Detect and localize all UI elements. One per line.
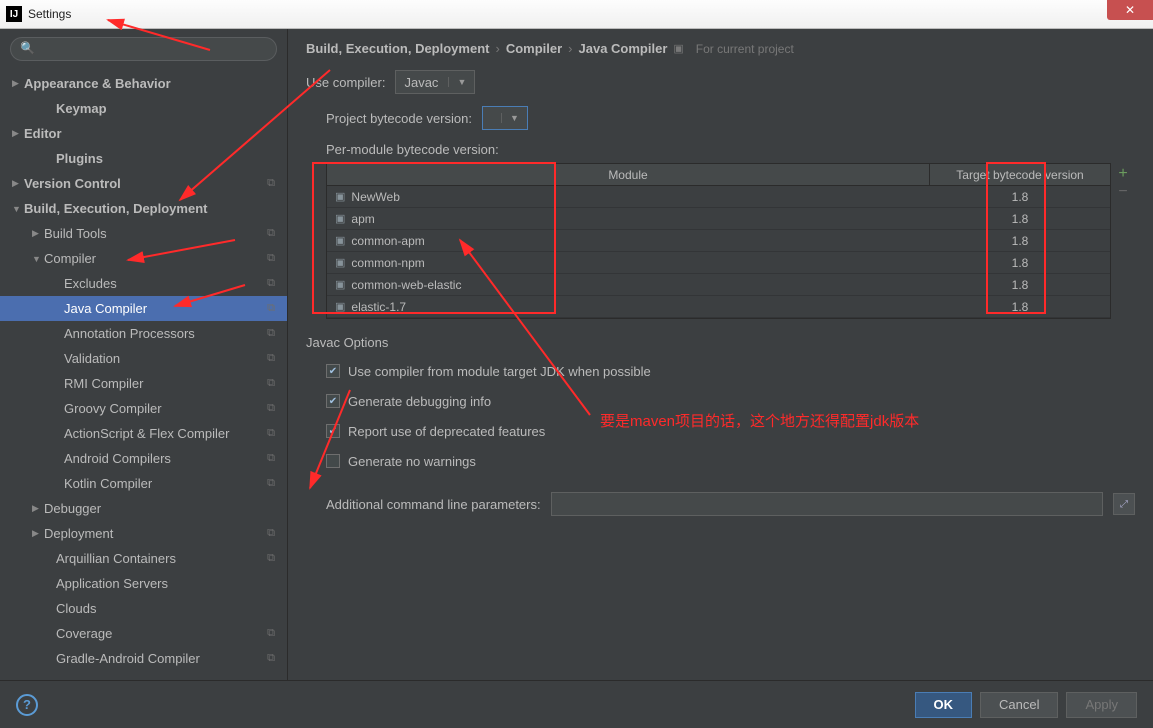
- copy-icon: ⧉: [267, 302, 275, 315]
- expand-icon[interactable]: ⤢: [1113, 493, 1135, 515]
- tree-item[interactable]: Kotlin Compiler⧉: [0, 471, 287, 496]
- help-button[interactable]: ?: [16, 694, 38, 716]
- titlebar: IJ Settings ✕: [0, 0, 1153, 29]
- main-panel: Build, Execution, Deployment › Compiler …: [288, 29, 1153, 680]
- app-icon: IJ: [6, 6, 22, 22]
- folder-icon: ▣: [335, 212, 345, 225]
- javac-options-title: Javac Options: [306, 335, 1135, 350]
- copy-icon: ⧉: [267, 477, 275, 490]
- tree-item[interactable]: Android Compilers⧉: [0, 446, 287, 471]
- checkbox-deprecated[interactable]: ✔: [326, 424, 340, 438]
- col-target: Target bytecode version: [930, 164, 1110, 185]
- table-row[interactable]: ▣common-web-elastic1.8: [327, 274, 1110, 296]
- tree-arrow-icon: ▼: [12, 204, 24, 214]
- settings-tree: ▶Appearance & BehaviorKeymap▶EditorPlugi…: [0, 69, 287, 680]
- tree-item[interactable]: ▶Deployment⧉: [0, 521, 287, 546]
- tree-arrow-icon: ▶: [12, 178, 24, 189]
- checkbox-debug-info[interactable]: ✔: [326, 394, 340, 408]
- copy-icon: ⧉: [267, 527, 275, 540]
- project-bytecode-label: Project bytecode version:: [326, 111, 472, 126]
- chevron-down-icon: ▼: [448, 77, 466, 87]
- table-row[interactable]: ▣apm1.8: [327, 208, 1110, 230]
- copy-icon: ⧉: [267, 227, 275, 240]
- tree-item[interactable]: Groovy Compiler⧉: [0, 396, 287, 421]
- chevron-right-icon: ›: [495, 41, 499, 56]
- copy-icon: ⧉: [267, 652, 275, 665]
- table-row[interactable]: ▣common-npm1.8: [327, 252, 1110, 274]
- table-row[interactable]: ▣common-apm1.8: [327, 230, 1110, 252]
- ok-button[interactable]: OK: [915, 692, 973, 718]
- checkbox-use-module-jdk[interactable]: ✔: [326, 364, 340, 378]
- per-module-label: Per-module bytecode version:: [306, 142, 1135, 157]
- cancel-button[interactable]: Cancel: [980, 692, 1058, 718]
- breadcrumb: Build, Execution, Deployment › Compiler …: [306, 41, 1135, 56]
- tree-item[interactable]: ▼Build, Execution, Deployment: [0, 196, 287, 221]
- tree-item[interactable]: Plugins: [0, 146, 287, 171]
- tree-arrow-icon: ▶: [32, 503, 44, 514]
- use-compiler-label: Use compiler:: [306, 75, 385, 90]
- tree-item[interactable]: Keymap: [0, 96, 287, 121]
- tree-arrow-icon: ▶: [32, 228, 44, 239]
- dialog-footer: ? OK Cancel Apply: [0, 680, 1153, 728]
- table-row[interactable]: ▣NewWeb1.8: [327, 186, 1110, 208]
- tree-item[interactable]: ▶Build Tools⧉: [0, 221, 287, 246]
- copy-icon: ⧉: [267, 252, 275, 265]
- tree-item[interactable]: Coverage⧉: [0, 621, 287, 646]
- folder-icon: ▣: [335, 300, 345, 313]
- project-icon: ▣: [673, 42, 683, 55]
- tree-item[interactable]: Arquillian Containers⧉: [0, 546, 287, 571]
- tree-item[interactable]: Gradle-Android Compiler⧉: [0, 646, 287, 671]
- add-button[interactable]: +: [1118, 165, 1127, 183]
- params-label: Additional command line parameters:: [326, 497, 541, 512]
- tree-item[interactable]: ▶Appearance & Behavior: [0, 71, 287, 96]
- window-title: Settings: [28, 7, 71, 21]
- tree-item[interactable]: Application Servers: [0, 571, 287, 596]
- tree-item[interactable]: ▶Version Control⧉: [0, 171, 287, 196]
- tree-item[interactable]: Excludes⧉: [0, 271, 287, 296]
- copy-icon: ⧉: [267, 352, 275, 365]
- folder-icon: ▣: [335, 256, 345, 269]
- tree-item[interactable]: ▶Debugger: [0, 496, 287, 521]
- tree-arrow-icon: ▶: [32, 528, 44, 539]
- tree-item[interactable]: Annotation Processors⧉: [0, 321, 287, 346]
- params-input[interactable]: [551, 492, 1103, 516]
- apply-button[interactable]: Apply: [1066, 692, 1137, 718]
- tree-arrow-icon: ▶: [12, 78, 24, 89]
- module-table: Module Target bytecode version ▣NewWeb1.…: [326, 163, 1111, 319]
- table-row[interactable]: ▣elastic-1.71.8: [327, 296, 1110, 318]
- close-button[interactable]: ✕: [1107, 0, 1153, 20]
- search-input[interactable]: [10, 37, 277, 61]
- sidebar: 🔍 ▶Appearance & BehaviorKeymap▶EditorPlu…: [0, 29, 288, 680]
- checkbox-no-warnings[interactable]: ✔: [326, 454, 340, 468]
- tree-arrow-icon: ▶: [12, 128, 24, 139]
- project-bytecode-combo[interactable]: ▼: [482, 106, 528, 130]
- tree-item[interactable]: RMI Compiler⧉: [0, 371, 287, 396]
- copy-icon: ⧉: [267, 552, 275, 565]
- copy-icon: ⧉: [267, 277, 275, 290]
- tree-item[interactable]: ▼Compiler⧉: [0, 246, 287, 271]
- copy-icon: ⧉: [267, 377, 275, 390]
- search-icon: 🔍: [20, 41, 35, 55]
- remove-button[interactable]: −: [1118, 183, 1127, 201]
- copy-icon: ⧉: [267, 627, 275, 640]
- folder-icon: ▣: [335, 190, 345, 203]
- folder-icon: ▣: [335, 278, 345, 291]
- tree-item[interactable]: ▶Editor: [0, 121, 287, 146]
- chevron-down-icon: ▼: [501, 113, 519, 123]
- tree-item[interactable]: Java Compiler⧉: [0, 296, 287, 321]
- tree-arrow-icon: ▼: [32, 254, 44, 264]
- copy-icon: ⧉: [267, 327, 275, 340]
- copy-icon: ⧉: [267, 177, 275, 190]
- copy-icon: ⧉: [267, 452, 275, 465]
- folder-icon: ▣: [335, 234, 345, 247]
- tree-item[interactable]: ActionScript & Flex Compiler⧉: [0, 421, 287, 446]
- tree-item[interactable]: Clouds: [0, 596, 287, 621]
- copy-icon: ⧉: [267, 402, 275, 415]
- use-compiler-combo[interactable]: Javac ▼: [395, 70, 475, 94]
- copy-icon: ⧉: [267, 427, 275, 440]
- col-module: Module: [327, 164, 930, 185]
- chevron-right-icon: ›: [568, 41, 572, 56]
- tree-item[interactable]: Validation⧉: [0, 346, 287, 371]
